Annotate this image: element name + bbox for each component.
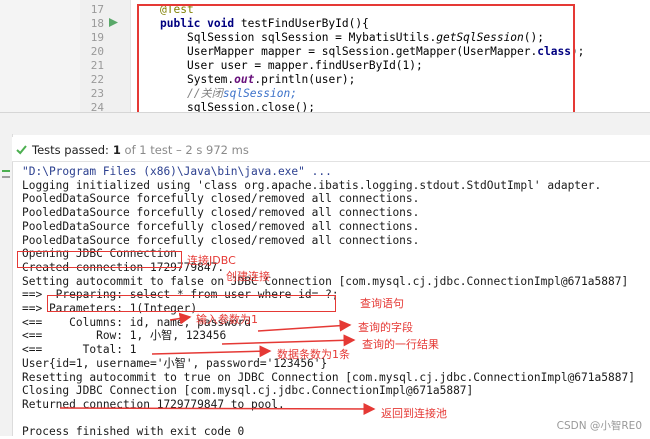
annotation-arrows — [59, 312, 376, 415]
arrow-input-param — [169, 312, 192, 325]
arrow-row-count — [151, 345, 272, 358]
watermark: CSDN @小智RE0 — [556, 420, 642, 432]
arrow-query-row — [221, 334, 356, 347]
arrow-return-pool — [59, 402, 376, 415]
arrow-query-fields — [257, 319, 352, 332]
console-line: Process finished with exit code 0 — [22, 425, 245, 439]
